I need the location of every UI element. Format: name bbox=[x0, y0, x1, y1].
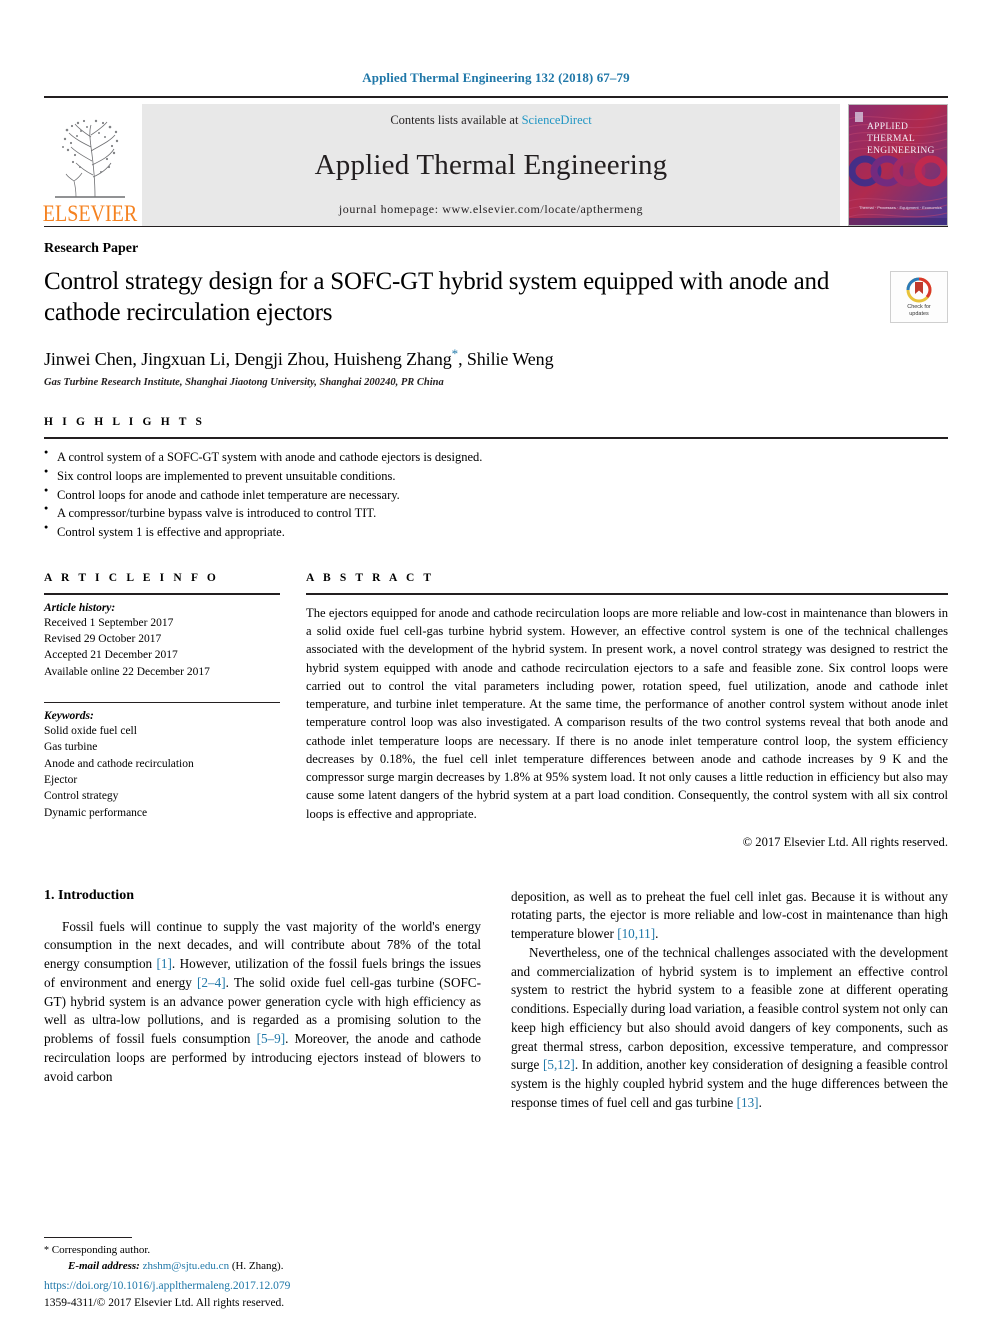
svg-text:Thermal · Processes · Equipmen: Thermal · Processes · Equipment · Econom… bbox=[859, 205, 942, 210]
article-info-rule bbox=[44, 592, 280, 595]
authors-tail: , Shilie Weng bbox=[458, 349, 554, 369]
journal-homepage[interactable]: journal homepage: www.elsevier.com/locat… bbox=[339, 202, 643, 217]
highlights-section: H I G H L I G H T S A control system of … bbox=[44, 416, 948, 542]
intro-r2-text-b: . In addition, another key consideration… bbox=[511, 1057, 948, 1110]
keyword: Gas turbine bbox=[44, 741, 98, 754]
intro-r-text-a: deposition, as well as to preheat the fu… bbox=[511, 888, 948, 942]
issn-copyright-line: 1359-4311/© 2017 Elsevier Ltd. All right… bbox=[44, 1296, 285, 1309]
authors-main: Jinwei Chen, Jingxuan Li, Dengji Zhou, H… bbox=[44, 349, 452, 369]
keyword: Ejector bbox=[44, 774, 78, 787]
history-revised: Revised 29 October 2017 bbox=[44, 633, 162, 646]
email-note: E-mail address: zhshm@sjtu.edu.cn (H. Zh… bbox=[44, 1259, 484, 1275]
contents-prefix: Contents lists available at bbox=[390, 113, 522, 127]
body-column-right: deposition, as well as to preheat the fu… bbox=[511, 888, 948, 1113]
corresponding-author-note: * Corresponding author. bbox=[44, 1243, 484, 1259]
keyword: Control strategy bbox=[44, 790, 119, 803]
author-list: Jinwei Chen, Jingxuan Li, Dengji Zhou, H… bbox=[44, 346, 948, 370]
cover-art: APPLIED THERMAL ENGINEERING Thermal · Pr… bbox=[849, 105, 947, 225]
intro-r-text-b: . bbox=[655, 926, 659, 942]
sciencedirect-link[interactable]: ScienceDirect bbox=[522, 113, 592, 127]
highlights-list: A control system of a SOFC-GT system wit… bbox=[44, 447, 948, 542]
svg-text:ENGINEERING: ENGINEERING bbox=[867, 146, 935, 156]
svg-text:APPLIED: APPLIED bbox=[867, 122, 908, 132]
svg-text:THERMAL: THERMAL bbox=[867, 134, 915, 144]
list-item: A compressor/turbine bypass valve is int… bbox=[44, 503, 948, 523]
history-accepted: Accepted 21 December 2017 bbox=[44, 649, 178, 662]
abstract-rule bbox=[306, 592, 948, 595]
list-item: Control system 1 is effective and approp… bbox=[44, 522, 948, 542]
citation-ref[interactable]: [2–4] bbox=[197, 975, 226, 990]
email-owner: (H. Zhang). bbox=[231, 1260, 284, 1273]
citation-ref[interactable]: [5–9] bbox=[257, 1031, 286, 1046]
doi-link[interactable]: https://doi.org/10.1016/j.applthermaleng… bbox=[44, 1278, 290, 1294]
journal-title: Applied Thermal Engineering bbox=[314, 148, 668, 181]
crossmark-badge[interactable]: Check for updates bbox=[890, 271, 948, 323]
contents-available-line: Contents lists available at ScienceDirec… bbox=[390, 113, 591, 128]
highlights-heading: H I G H L I G H T S bbox=[44, 416, 206, 428]
body-column-left: 1. Introduction Fossil fuels will contin… bbox=[44, 888, 481, 1113]
intro-r2-text-c: . bbox=[758, 1094, 762, 1110]
article-info-section: A R T I C L E I N F O Article history: R… bbox=[44, 572, 306, 850]
running-head: Applied Thermal Engineering 132 (2018) 6… bbox=[362, 70, 630, 85]
journal-cover-thumbnail: APPLIED THERMAL ENGINEERING Thermal · Pr… bbox=[848, 104, 948, 226]
doi-block: https://doi.org/10.1016/j.applthermaleng… bbox=[44, 1278, 290, 1311]
abstract-copyright: © 2017 Elsevier Ltd. All rights reserved… bbox=[742, 834, 948, 849]
journal-band: Contents lists available at ScienceDirec… bbox=[142, 104, 840, 226]
footnote-block: * Corresponding author. E-mail address: … bbox=[44, 1237, 484, 1275]
elsevier-wordmark: ELSEVIER bbox=[42, 201, 138, 227]
citation-ref[interactable]: [13] bbox=[737, 1095, 759, 1110]
info-abstract-row: A R T I C L E I N F O Article history: R… bbox=[44, 572, 948, 850]
citation-ref[interactable]: [5,12] bbox=[543, 1057, 575, 1072]
section-heading-introduction: 1. Introduction bbox=[44, 887, 134, 903]
citation-ref[interactable]: [10,11] bbox=[617, 926, 655, 941]
email-label: E-mail address: bbox=[68, 1260, 140, 1273]
keyword: Anode and cathode recirculation bbox=[44, 757, 194, 770]
intro-paragraph-right-2: Nevertheless, one of the technical chall… bbox=[511, 944, 948, 1113]
paper-page: Applied Thermal Engineering 132 (2018) 6… bbox=[0, 0, 992, 1323]
affiliation: Gas Turbine Research Institute, Shanghai… bbox=[44, 377, 444, 388]
history-available-online: Available online 22 December 2017 bbox=[44, 665, 210, 678]
article-info-heading: A R T I C L E I N F O bbox=[44, 571, 219, 584]
intro-paragraph-left: Fossil fuels will continue to supply the… bbox=[44, 918, 481, 1087]
title-row: Control strategy design for a SOFC-GT hy… bbox=[44, 267, 948, 328]
abstract-section: A B S T R A C T The ejectors equipped fo… bbox=[306, 572, 948, 850]
journal-masthead: ELSEVIER Contents lists available at Sci… bbox=[42, 96, 948, 227]
keywords-rule bbox=[44, 702, 280, 704]
crossmark-icon bbox=[906, 277, 932, 303]
article-kind: Research Paper bbox=[44, 241, 139, 256]
keyword: Dynamic performance bbox=[44, 806, 148, 819]
article-history-label: Article history: bbox=[44, 601, 116, 614]
abstract-heading: A B S T R A C T bbox=[306, 571, 435, 584]
highlights-rule bbox=[44, 437, 948, 439]
keyword: Solid oxide fuel cell bbox=[44, 725, 137, 738]
intro-paragraph-right-cont: deposition, as well as to preheat the fu… bbox=[511, 888, 948, 944]
list-item: Control loops for anode and cathode inle… bbox=[44, 485, 948, 505]
elsevier-tree-icon bbox=[55, 119, 125, 198]
page-title: Control strategy design for a SOFC-GT hy… bbox=[44, 268, 830, 326]
history-received: Received 1 September 2017 bbox=[44, 616, 174, 629]
list-item: Six control loops are implemented to pre… bbox=[44, 466, 948, 486]
email-link[interactable]: zhshm@sjtu.edu.cn bbox=[143, 1260, 230, 1272]
intro-r2-text-a: Nevertheless, one of the technical chall… bbox=[511, 944, 948, 1073]
body-columns: 1. Introduction Fossil fuels will contin… bbox=[44, 888, 948, 1113]
list-item: A control system of a SOFC-GT system wit… bbox=[44, 447, 948, 467]
masthead-bottom-rule bbox=[44, 226, 948, 227]
corresponding-author-text: Corresponding author. bbox=[51, 1244, 151, 1257]
elsevier-logo: ELSEVIER bbox=[42, 104, 138, 227]
crossmark-label-1: Check for bbox=[907, 303, 931, 310]
footnote-rule bbox=[44, 1237, 132, 1239]
citation-ref[interactable]: [1] bbox=[157, 956, 172, 971]
keywords-label: Keywords: bbox=[44, 710, 94, 723]
abstract-text: The ejectors equipped for anode and cath… bbox=[306, 605, 948, 821]
crossmark-label-2: updates bbox=[909, 310, 929, 317]
footnote-star: * bbox=[44, 1245, 49, 1257]
